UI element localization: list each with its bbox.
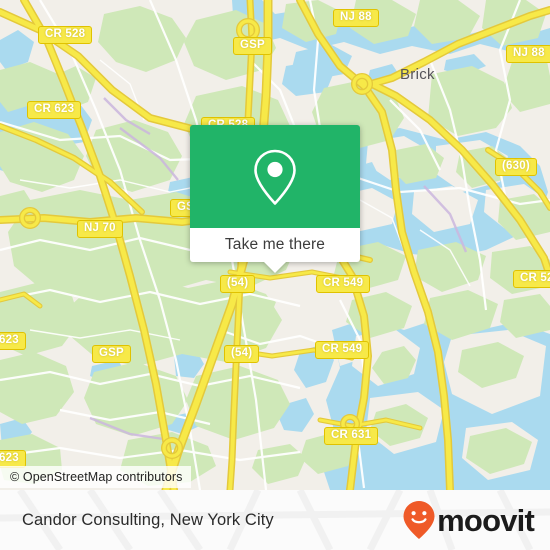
road-shield[interactable]: NJ 88 bbox=[333, 9, 379, 27]
road-shield[interactable]: (54) bbox=[224, 345, 260, 363]
road-shield[interactable]: NJ 70 bbox=[77, 220, 123, 238]
location-popup-card[interactable]: Take me there bbox=[190, 125, 360, 273]
popup-tail bbox=[264, 262, 286, 273]
road-shield[interactable]: GSP bbox=[233, 37, 272, 55]
popup-action-area[interactable]: Take me there bbox=[190, 228, 360, 273]
footer-bar: Candor Consulting, New York City moovit bbox=[0, 490, 550, 550]
location-title-text: Candor Consulting, New York City bbox=[22, 510, 274, 529]
place-label-brick: Brick bbox=[400, 66, 435, 83]
road-shield[interactable]: NJ 88 bbox=[506, 45, 550, 63]
popup-icon-area bbox=[190, 125, 360, 228]
moovit-wordmark: moovit bbox=[437, 502, 535, 538]
osm-attribution-text: © OpenStreetMap contributors bbox=[10, 470, 183, 484]
location-title: Candor Consulting, New York City bbox=[22, 490, 274, 550]
moovit-pin-smile-icon bbox=[403, 501, 435, 539]
map-pin-icon bbox=[254, 149, 296, 205]
road-shield[interactable]: CR 631 bbox=[324, 427, 379, 445]
road-shield[interactable]: (630) bbox=[495, 158, 537, 176]
road-shield[interactable]: (54) bbox=[220, 275, 256, 293]
road-shield[interactable]: CR 549 bbox=[316, 275, 371, 293]
map-screenshot: Brick CR 528 GSP NJ 88 NJ 88 CR 623 CR 5… bbox=[0, 0, 550, 550]
road-shield[interactable]: CR 528 bbox=[513, 270, 550, 288]
road-shield[interactable]: GSP bbox=[92, 345, 131, 363]
moovit-logo[interactable]: moovit bbox=[402, 490, 535, 550]
road-shield[interactable]: CR 549 bbox=[315, 341, 370, 359]
road-shield[interactable]: CR 623 bbox=[27, 101, 82, 119]
road-shield[interactable]: CR 528 bbox=[38, 26, 93, 44]
take-me-there-label: Take me there bbox=[224, 236, 326, 253]
osm-attribution[interactable]: © OpenStreetMap contributors bbox=[0, 466, 191, 488]
road-shield[interactable]: 623 bbox=[0, 332, 26, 350]
